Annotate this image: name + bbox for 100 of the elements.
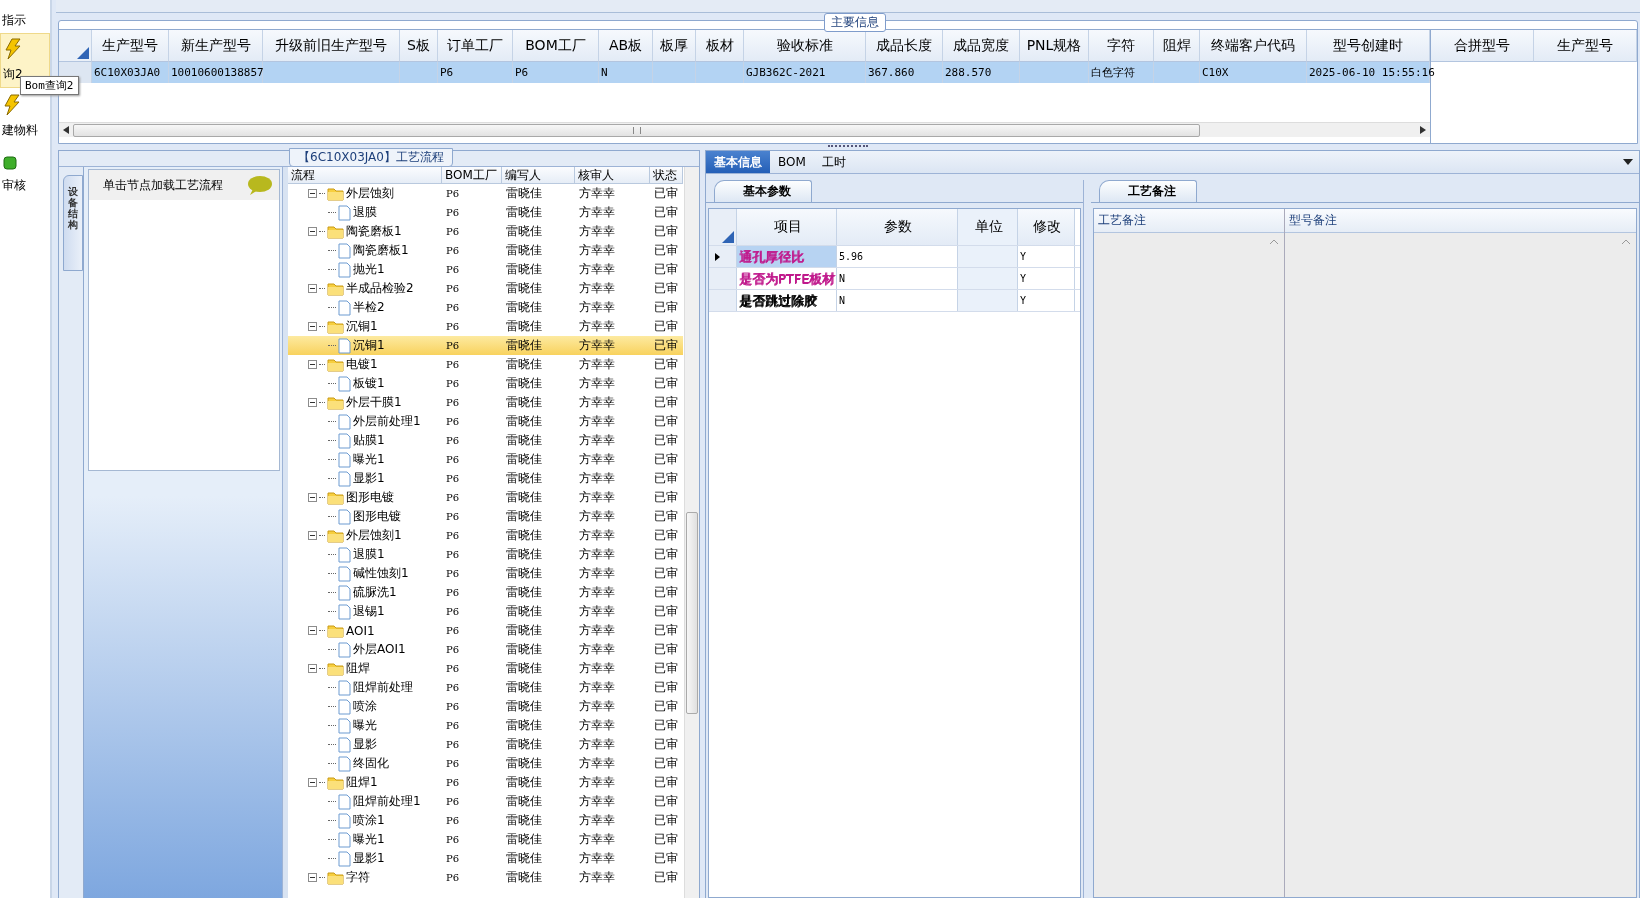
table-cell: P6: [446, 530, 460, 541]
table-cell: 雷晓佳: [506, 660, 542, 677]
table-cell: C10X: [1202, 66, 1229, 79]
table-cell: 已审: [654, 204, 678, 221]
table-cell: 方幸幸: [579, 565, 615, 582]
table-cell: 已审: [654, 793, 678, 810]
table-cell: 已审: [654, 717, 678, 734]
table-cell: 5.96: [839, 251, 864, 262]
table-cell: 方幸幸: [579, 223, 615, 240]
table-cell: 方幸幸: [579, 413, 615, 430]
tooltip: Bom查询2: [20, 76, 79, 95]
process-name: 半成品检验2: [346, 280, 414, 297]
table-cell: 方幸幸: [579, 527, 615, 544]
process-name: 字符: [346, 869, 370, 886]
table-cell: 已审: [654, 755, 678, 772]
table-cell: 已审: [654, 318, 678, 335]
table-cell: 方幸幸: [579, 622, 615, 639]
table-cell: P6: [446, 682, 460, 693]
process-name: 硫脲洗1: [353, 584, 397, 601]
table-cell: 雷晓佳: [506, 565, 542, 582]
table-cell: P6: [446, 302, 460, 313]
table-cell: 雷晓佳: [506, 185, 542, 202]
table-cell: 367.860: [868, 66, 915, 79]
table-cell: 雷晓佳: [506, 546, 542, 563]
process-name: 阻焊1: [346, 774, 378, 791]
table-cell: GJB362C-2021: [746, 66, 826, 79]
table-cell: 方幸幸: [579, 356, 615, 373]
table-cell: 雷晓佳: [506, 489, 542, 506]
table-cell: P6: [446, 188, 460, 199]
table-cell: 是否为PTFE板材: [739, 269, 836, 288]
table-cell: 雷晓佳: [506, 318, 542, 335]
table-cell: P6: [515, 66, 529, 79]
table-cell: P6: [446, 549, 460, 560]
table-cell: 方幸幸: [579, 812, 615, 829]
table-cell: 方幸幸: [579, 508, 615, 525]
table-cell: 方幸幸: [579, 755, 615, 772]
table-cell: 已审: [654, 660, 678, 677]
table-cell: 雷晓佳: [506, 280, 542, 297]
table-cell: P6: [446, 720, 460, 731]
table-cell: 已审: [654, 565, 678, 582]
table-cell: 288.570: [945, 66, 992, 79]
table-cell: 方幸幸: [579, 394, 615, 411]
table-cell: 已审: [654, 356, 678, 373]
table-cell: 雷晓佳: [506, 584, 542, 601]
process-name: 阻焊前处理1: [353, 793, 421, 810]
hint-text: 单击节点加载工艺流程: [103, 176, 223, 194]
table-cell: 雷晓佳: [506, 375, 542, 392]
table-cell: 方幸幸: [579, 584, 615, 601]
process-name: 喷涂1: [353, 812, 385, 829]
table-cell: 方幸幸: [579, 793, 615, 810]
table-cell: P6: [446, 492, 460, 503]
table-cell: 雷晓佳: [506, 470, 542, 487]
process-name: 显影: [353, 736, 377, 753]
table-cell: 方幸幸: [579, 318, 615, 335]
table-cell: 雷晓佳: [506, 641, 542, 658]
table-cell: 已审: [654, 413, 678, 430]
table-cell: P6: [446, 834, 460, 845]
process-name: 图形电镀: [346, 489, 394, 506]
table-cell: 已审: [654, 812, 678, 829]
table-cell: 方幸幸: [579, 831, 615, 848]
table-cell: P6: [446, 796, 460, 807]
table-cell: 方幸幸: [579, 660, 615, 677]
table-cell: 已审: [654, 185, 678, 202]
process-name: 外层蚀刻: [346, 185, 394, 202]
process-name: 退膜: [353, 204, 377, 221]
table-cell: 已审: [654, 394, 678, 411]
table-cell: 雷晓佳: [506, 850, 542, 867]
process-name: 退锡1: [353, 603, 385, 620]
table-cell: P6: [446, 264, 460, 275]
table-cell: P6: [446, 245, 460, 256]
process-name: 阻焊: [346, 660, 370, 677]
table-cell: P6: [446, 701, 460, 712]
table-cell: 方幸幸: [579, 242, 615, 259]
process-name: 陶瓷磨板1: [353, 242, 409, 259]
table-cell: P6: [446, 815, 460, 826]
table-cell: 6C10X03JA0: [94, 66, 161, 79]
table-cell: 雷晓佳: [506, 812, 542, 829]
table-cell: 已审: [654, 546, 678, 563]
process-name: 外层蚀刻1: [346, 527, 402, 544]
table-cell: 雷晓佳: [506, 223, 542, 240]
table-cell: P6: [446, 473, 460, 484]
process-name: 退膜1: [353, 546, 385, 563]
process-name: 阻焊前处理: [353, 679, 413, 696]
table-cell: 雷晓佳: [506, 736, 542, 753]
table-cell: P6: [446, 587, 460, 598]
table-cell: 方幸幸: [579, 717, 615, 734]
process-name: 贴膜1: [353, 432, 385, 449]
table-cell: 方幸幸: [579, 261, 615, 278]
table-cell: 方幸幸: [579, 546, 615, 563]
table-cell: 方幸幸: [579, 869, 615, 886]
process-name: 外层AOI1: [353, 641, 406, 658]
table-cell: P6: [446, 568, 460, 579]
table-cell: 方幸幸: [579, 698, 615, 715]
table-cell: P6: [446, 606, 460, 617]
table-cell: 雷晓佳: [506, 508, 542, 525]
table-cell: 通孔厚径比: [739, 247, 804, 266]
table-cell: P6: [446, 226, 460, 237]
table-cell: 方幸幸: [579, 774, 615, 791]
table-cell: 雷晓佳: [506, 299, 542, 316]
table-cell: 雷晓佳: [506, 622, 542, 639]
